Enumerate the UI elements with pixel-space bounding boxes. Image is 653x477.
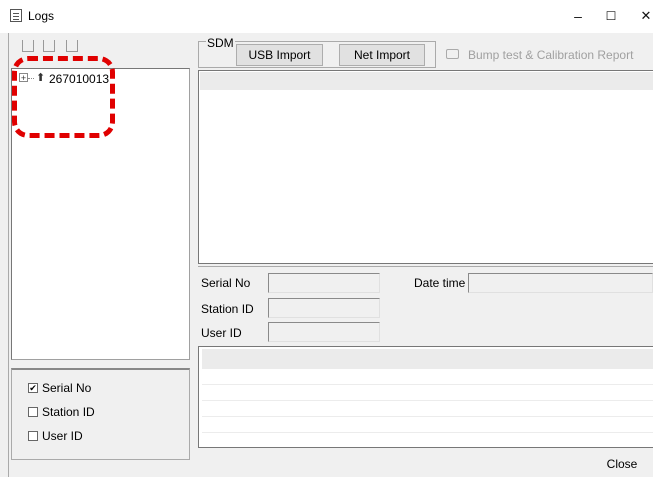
- highlight-annotation: [12, 56, 115, 138]
- station-id-filter-label[interactable]: Station ID: [42, 405, 95, 419]
- user-id-label: User ID: [201, 326, 242, 340]
- serial-no-label: Serial No: [201, 276, 251, 290]
- close-button[interactable]: Close: [591, 452, 653, 476]
- station-id-label: Station ID: [201, 302, 254, 316]
- logs-grid[interactable]: [198, 70, 653, 264]
- serial-no-checkbox[interactable]: ✔: [28, 383, 38, 393]
- logs-grid-header: [200, 72, 653, 90]
- grid-row-line: [202, 400, 653, 401]
- window-title: Logs: [28, 9, 55, 23]
- collapse-all-icon[interactable]: [43, 40, 55, 52]
- log-icon: [10, 9, 22, 22]
- station-id-checkbox[interactable]: [28, 407, 38, 417]
- grid-row-line: [202, 384, 653, 385]
- serial-no-filter-label[interactable]: Serial No: [42, 381, 91, 395]
- minimize-button[interactable]: –: [568, 6, 588, 26]
- bump-test-report-button[interactable]: Bump test & Calibration Report: [468, 45, 633, 65]
- sdm-group-label: SDM: [206, 36, 235, 50]
- net-import-button[interactable]: Net Import: [339, 44, 425, 66]
- user-id-checkbox[interactable]: [28, 431, 38, 441]
- date-time-label: Date time: [414, 276, 466, 290]
- refresh-icon[interactable]: [66, 40, 78, 52]
- expand-all-icon[interactable]: [22, 40, 34, 52]
- station-id-field[interactable]: [268, 298, 380, 318]
- maximize-button[interactable]: ☐: [601, 6, 621, 26]
- detail-grid-header: [202, 349, 653, 369]
- grid-row-line: [202, 432, 653, 433]
- usb-import-button[interactable]: USB Import: [236, 44, 323, 66]
- close-window-button[interactable]: ✕: [636, 6, 653, 26]
- date-time-field[interactable]: [468, 273, 653, 293]
- user-id-filter-label[interactable]: User ID: [42, 429, 83, 443]
- user-id-field[interactable]: [268, 322, 380, 342]
- title-bar: [0, 0, 653, 33]
- printer-icon: [446, 49, 459, 59]
- grid-row-line: [202, 416, 653, 417]
- serial-no-field[interactable]: [268, 273, 380, 293]
